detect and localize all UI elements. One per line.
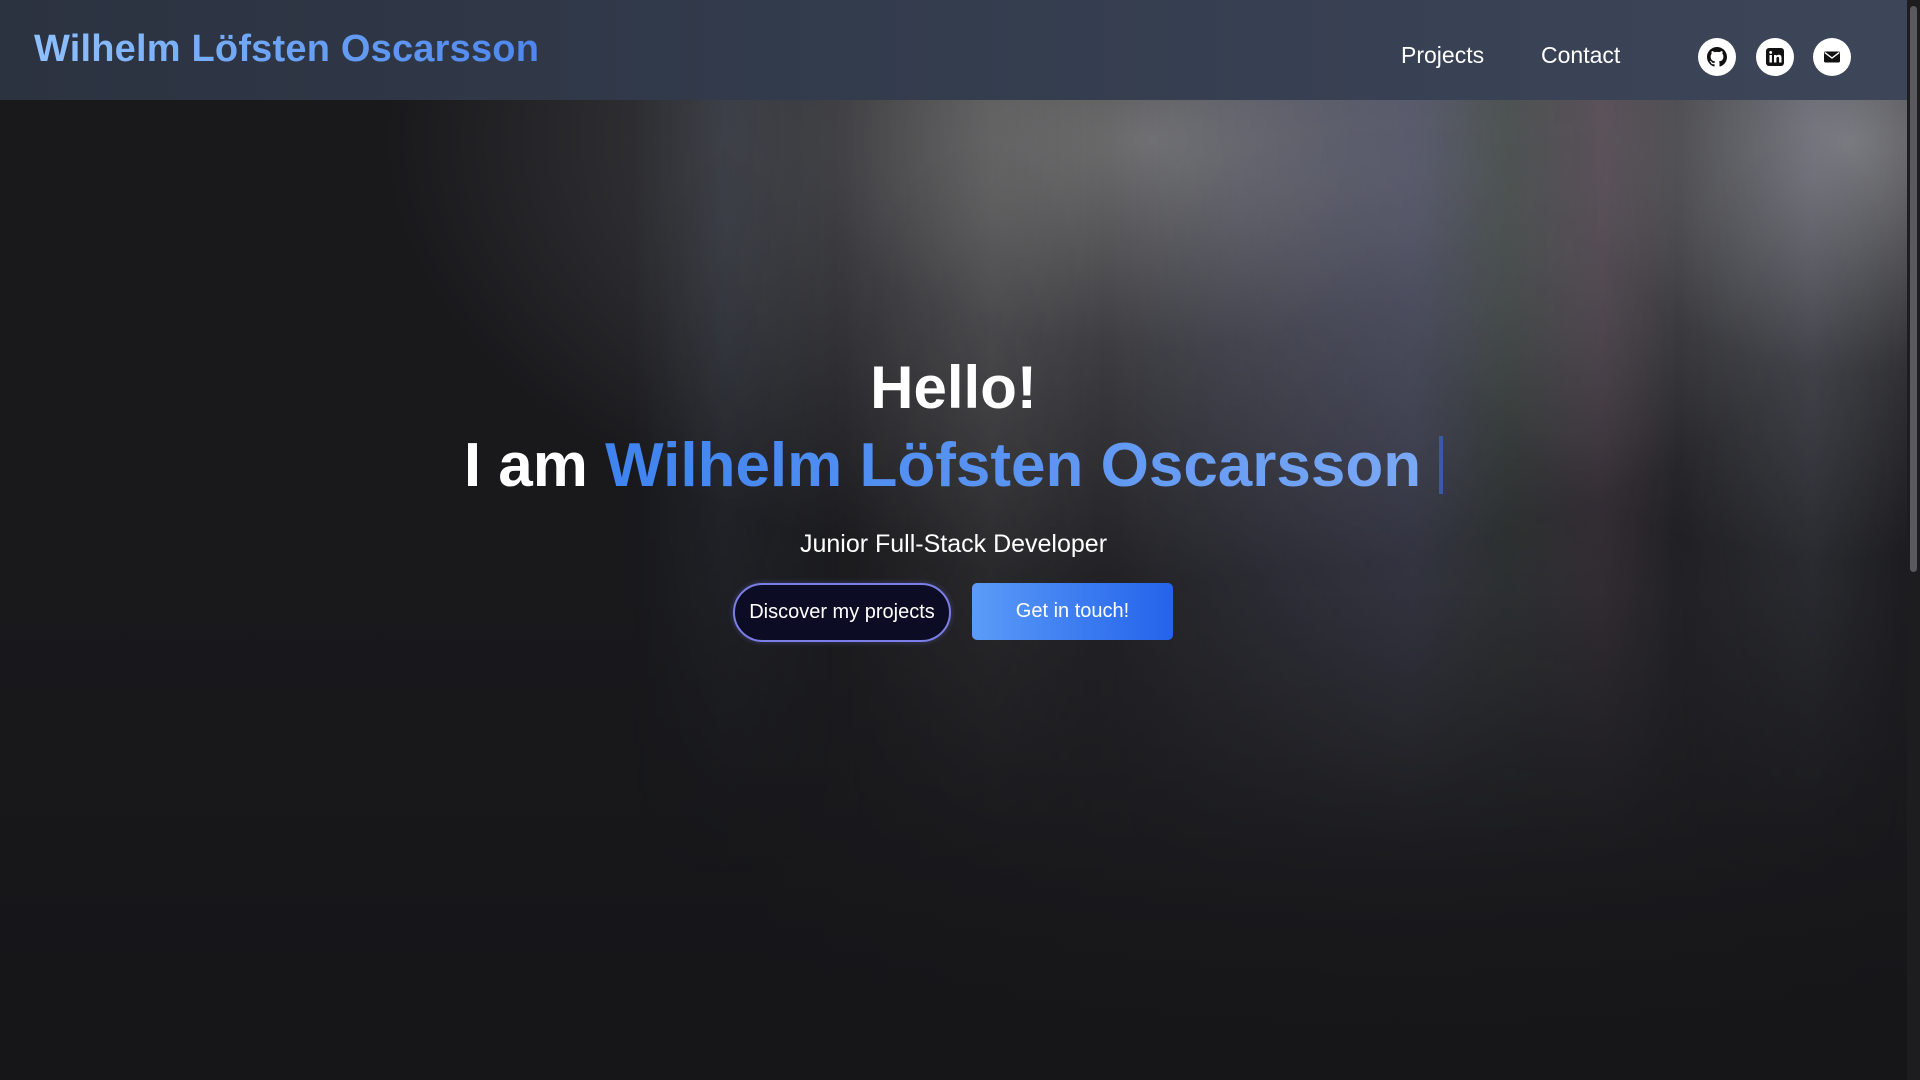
page-scrollbar[interactable] [1907, 0, 1920, 1080]
hero-background-fade [0, 100, 1907, 1080]
github-link[interactable] [1698, 38, 1736, 76]
scrollbar-thumb[interactable] [1910, 6, 1917, 572]
hero-intro-prefix: I am [463, 431, 588, 500]
linkedin-icon [1766, 48, 1784, 66]
nav-link-projects[interactable]: Projects [1401, 42, 1484, 69]
site-header: Wilhelm Löfsten Oscarsson Projects Conta… [0, 0, 1907, 100]
discover-projects-button[interactable]: Discover my projects [733, 583, 951, 642]
hero-section: Hello! I am Wilhelm Löfsten Oscarsson Ju… [0, 100, 1907, 1080]
typing-caret [1439, 436, 1444, 494]
github-icon [1707, 47, 1727, 67]
linkedin-link[interactable] [1756, 38, 1794, 76]
hero-name: Wilhelm Löfsten Oscarsson [605, 431, 1422, 500]
page: Wilhelm Löfsten Oscarsson Projects Conta… [0, 0, 1920, 1080]
get-in-touch-button[interactable]: Get in touch! [972, 583, 1173, 640]
mail-icon [1824, 51, 1840, 63]
hero-intro: I am Wilhelm Löfsten Oscarsson [0, 430, 1907, 501]
hero-subtitle: Junior Full-Stack Developer [799, 530, 1108, 558]
hero-greeting: Hello! [870, 354, 1037, 421]
email-link[interactable] [1813, 38, 1851, 76]
nav-link-contact[interactable]: Contact [1541, 42, 1620, 69]
site-logo[interactable]: Wilhelm Löfsten Oscarsson [34, 28, 539, 71]
